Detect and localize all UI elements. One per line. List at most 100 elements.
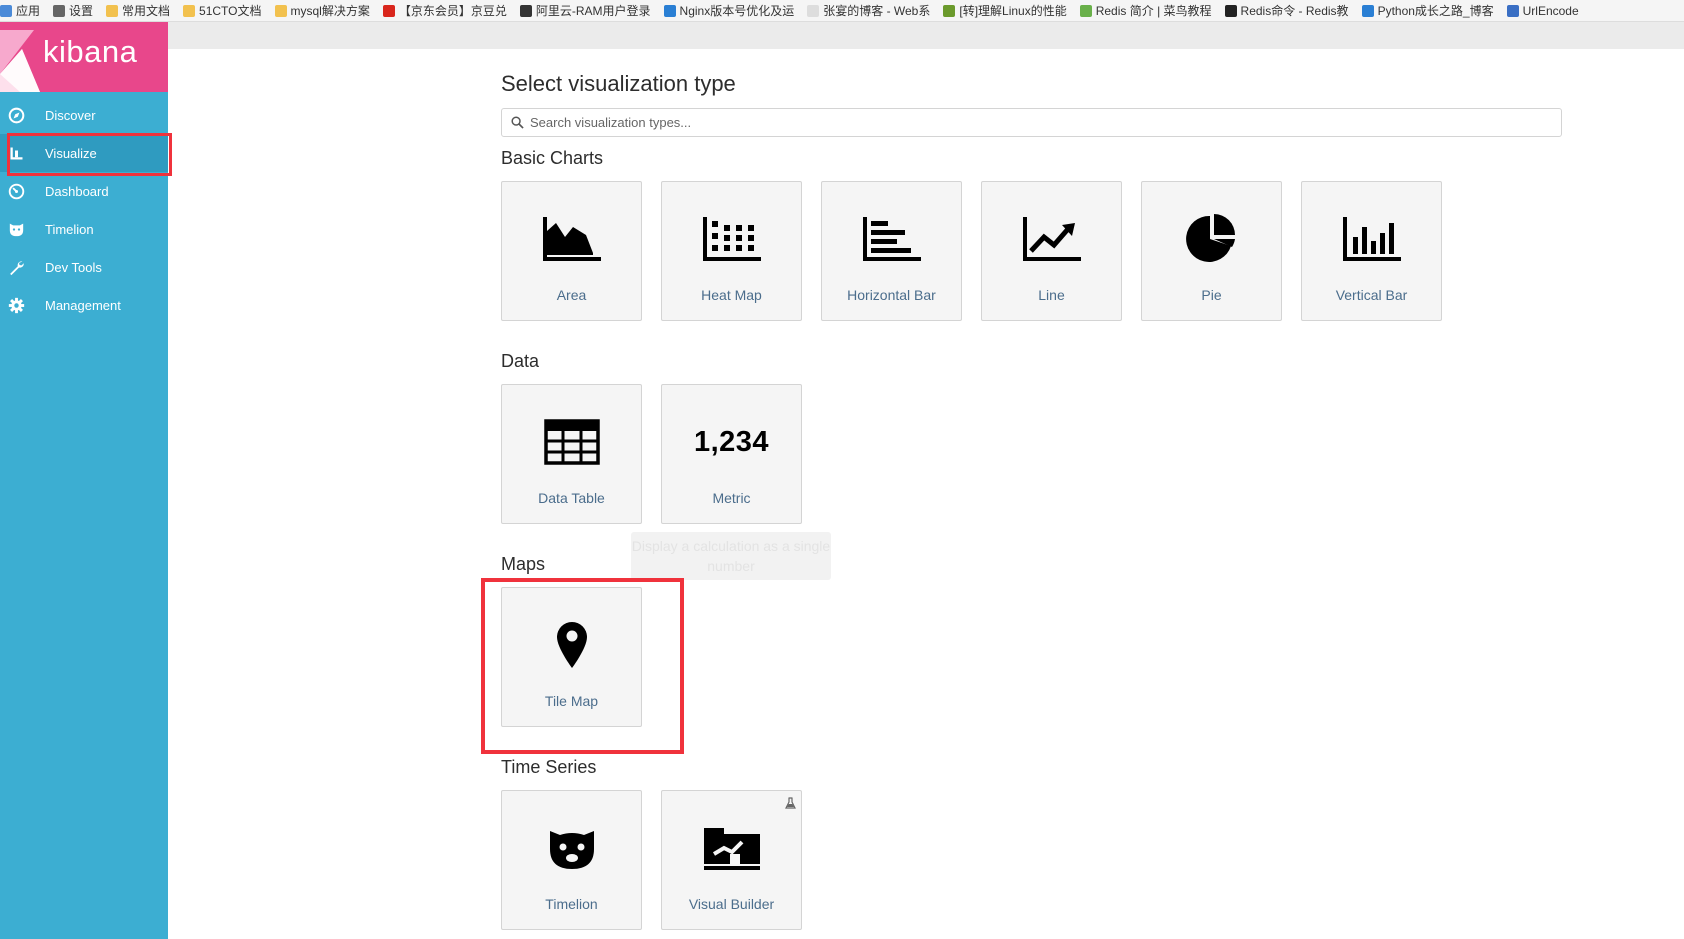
visual-builder-icon [662, 821, 801, 875]
vis-card-metric[interactable]: 1,234 Metric [661, 384, 802, 524]
vis-card-vertical-bar[interactable]: Vertical Bar [1301, 181, 1442, 321]
bookmark-item[interactable]: 设置 [53, 2, 93, 19]
vis-card-tile-map[interactable]: Tile Map [501, 587, 642, 727]
sidebar-item-visualize[interactable]: Visualize [0, 133, 172, 176]
bookmark-label: 51CTO文档 [199, 4, 262, 18]
gear-icon [6, 295, 26, 315]
sidebar-item-label: Dev Tools [45, 259, 102, 275]
bookmark-favicon-icon [943, 4, 956, 17]
bookmark-favicon-icon [382, 4, 395, 17]
vis-card-timelion[interactable]: Timelion [501, 790, 642, 930]
sidebar-item-discover[interactable]: Discover [0, 96, 168, 134]
bookmark-favicon-icon [519, 4, 532, 17]
bookmark-item[interactable]: 51CTO文档 [183, 2, 262, 19]
bookmark-item[interactable]: 【京东会员】京豆兑 [382, 2, 507, 19]
metric-value: 1,234 [693, 425, 770, 458]
bookmark-favicon-icon [274, 4, 287, 17]
bookmark-label: mysql解决方案 [290, 4, 370, 18]
bookmark-label: 常用文档 [122, 4, 171, 18]
bookmarks-bar: 应用 设置 常用文档 51CTO文档 mysql解决方案 【京东会员】京豆兑 阿里云-RAM… [0, 0, 1684, 22]
vis-card-label: Vertical Bar [1335, 287, 1408, 303]
bookmark-item[interactable]: Redis 简介 | 菜鸟教程 [1079, 2, 1212, 19]
pie-chart-icon [1142, 212, 1281, 266]
sidebar: kibana Discover Visualize Dashboard Time… [0, 22, 172, 939]
sidebar-item-timelion[interactable]: Timelion [0, 210, 168, 248]
area-chart-icon [502, 212, 641, 266]
vis-card-line[interactable]: Line [981, 181, 1122, 321]
bookmark-favicon-icon [1506, 4, 1519, 17]
vis-card-pie[interactable]: Pie [1141, 181, 1282, 321]
vis-card-label: Metric [712, 490, 751, 506]
top-strip [168, 22, 1684, 49]
bookmark-label: Nginx版本号优化及运 [679, 4, 795, 18]
bookmark-item[interactable]: 常用文档 [106, 2, 170, 19]
main-content: Select visualization type Basic Charts A… [168, 49, 1684, 939]
sidebar-item-dashboard[interactable]: Dashboard [0, 172, 168, 210]
bookmark-label: UrlEncode [1522, 3, 1579, 18]
wrench-icon [6, 257, 26, 277]
vertical-bar-icon [1302, 212, 1441, 266]
vis-card-area[interactable]: Area [501, 181, 642, 321]
bookmark-item[interactable]: Redis命令 - Redis教 [1224, 2, 1349, 19]
bookmark-favicon-icon [183, 4, 196, 17]
sidebar-nav: Discover Visualize Dashboard Timelion De… [0, 96, 172, 324]
bookmark-item[interactable]: UrlEncode [1506, 3, 1579, 18]
bookmark-favicon-icon [663, 4, 676, 17]
table-icon [502, 415, 641, 469]
bar-chart-icon [6, 143, 26, 163]
vis-card-visual-builder[interactable]: Visual Builder [661, 790, 802, 930]
bookmark-label: 张宴的博客 - Web系 [823, 4, 931, 18]
map-marker-icon [502, 618, 641, 672]
bookmark-favicon-icon [1079, 4, 1092, 17]
bookmark-item[interactable]: 阿里云-RAM用户登录 [519, 2, 651, 19]
bear-icon [502, 821, 641, 875]
bookmark-favicon-icon [106, 4, 119, 17]
vis-card-label: Visual Builder [688, 896, 775, 912]
section-title-maps: Maps [501, 554, 546, 574]
search-input[interactable] [530, 115, 1530, 130]
bookmark-label: 设置 [69, 4, 94, 18]
bookmark-label: Redis 简介 | 菜鸟教程 [1095, 4, 1212, 18]
vis-card-label: Area [556, 287, 587, 303]
metric-icon: 1,234 [662, 415, 801, 469]
sidebar-item-dev-tools[interactable]: Dev Tools [0, 248, 168, 286]
vis-card-label: Timelion [545, 896, 598, 912]
sidebar-item-label: Discover [45, 107, 96, 123]
sidebar-item-label: Timelion [45, 221, 94, 237]
vis-card-label: Pie [1201, 287, 1222, 303]
bookmark-item[interactable]: mysql解决方案 [274, 2, 370, 19]
vis-card-label: Heat Map [701, 287, 762, 303]
sidebar-item-label: Visualize [45, 145, 97, 161]
vis-card-heat-map[interactable]: Heat Map [661, 181, 802, 321]
section-title-basic-charts: Basic Charts [501, 148, 604, 168]
line-chart-icon [982, 212, 1121, 266]
metric-tooltip: Display a calculation as a single number [631, 532, 831, 580]
bookmark-label: Python成长之路_博客 [1377, 4, 1494, 18]
sidebar-item-label: Dashboard [45, 183, 109, 199]
vis-card-label: Tile Map [544, 693, 599, 709]
bookmark-item[interactable]: [转]理解Linux的性能 [943, 2, 1067, 19]
bookmark-label: [转]理解Linux的性能 [959, 4, 1067, 18]
bookmark-item[interactable]: Nginx版本号优化及运 [663, 2, 795, 19]
search-box[interactable] [501, 108, 1562, 137]
horizontal-bar-icon [822, 212, 961, 266]
vis-card-label: Line [1038, 287, 1065, 303]
bookmark-item[interactable]: 张宴的博客 - Web系 [807, 2, 930, 19]
vis-card-label: Data Table [538, 490, 605, 506]
vis-card-label: Horizontal Bar [847, 287, 936, 303]
kibana-logo[interactable]: kibana [0, 22, 168, 92]
section-title-time-series: Time Series [501, 757, 597, 777]
sidebar-item-management[interactable]: Management [0, 286, 168, 324]
bookmark-favicon-icon [53, 4, 66, 17]
bookmark-item[interactable]: 应用 [0, 2, 40, 19]
bookmark-favicon-icon [0, 4, 12, 17]
bookmark-label: 阿里云-RAM用户登录 [535, 4, 651, 18]
compass-icon [6, 105, 26, 125]
experimental-beaker-icon [785, 796, 796, 814]
bookmark-item[interactable]: Python成长之路_博客 [1361, 2, 1494, 19]
bear-icon [6, 219, 26, 239]
page-title: Select visualization type [501, 71, 736, 96]
vis-card-horizontal-bar[interactable]: Horizontal Bar [821, 181, 962, 321]
bookmark-favicon-icon [1361, 4, 1374, 17]
vis-card-data-table[interactable]: Data Table [501, 384, 642, 524]
